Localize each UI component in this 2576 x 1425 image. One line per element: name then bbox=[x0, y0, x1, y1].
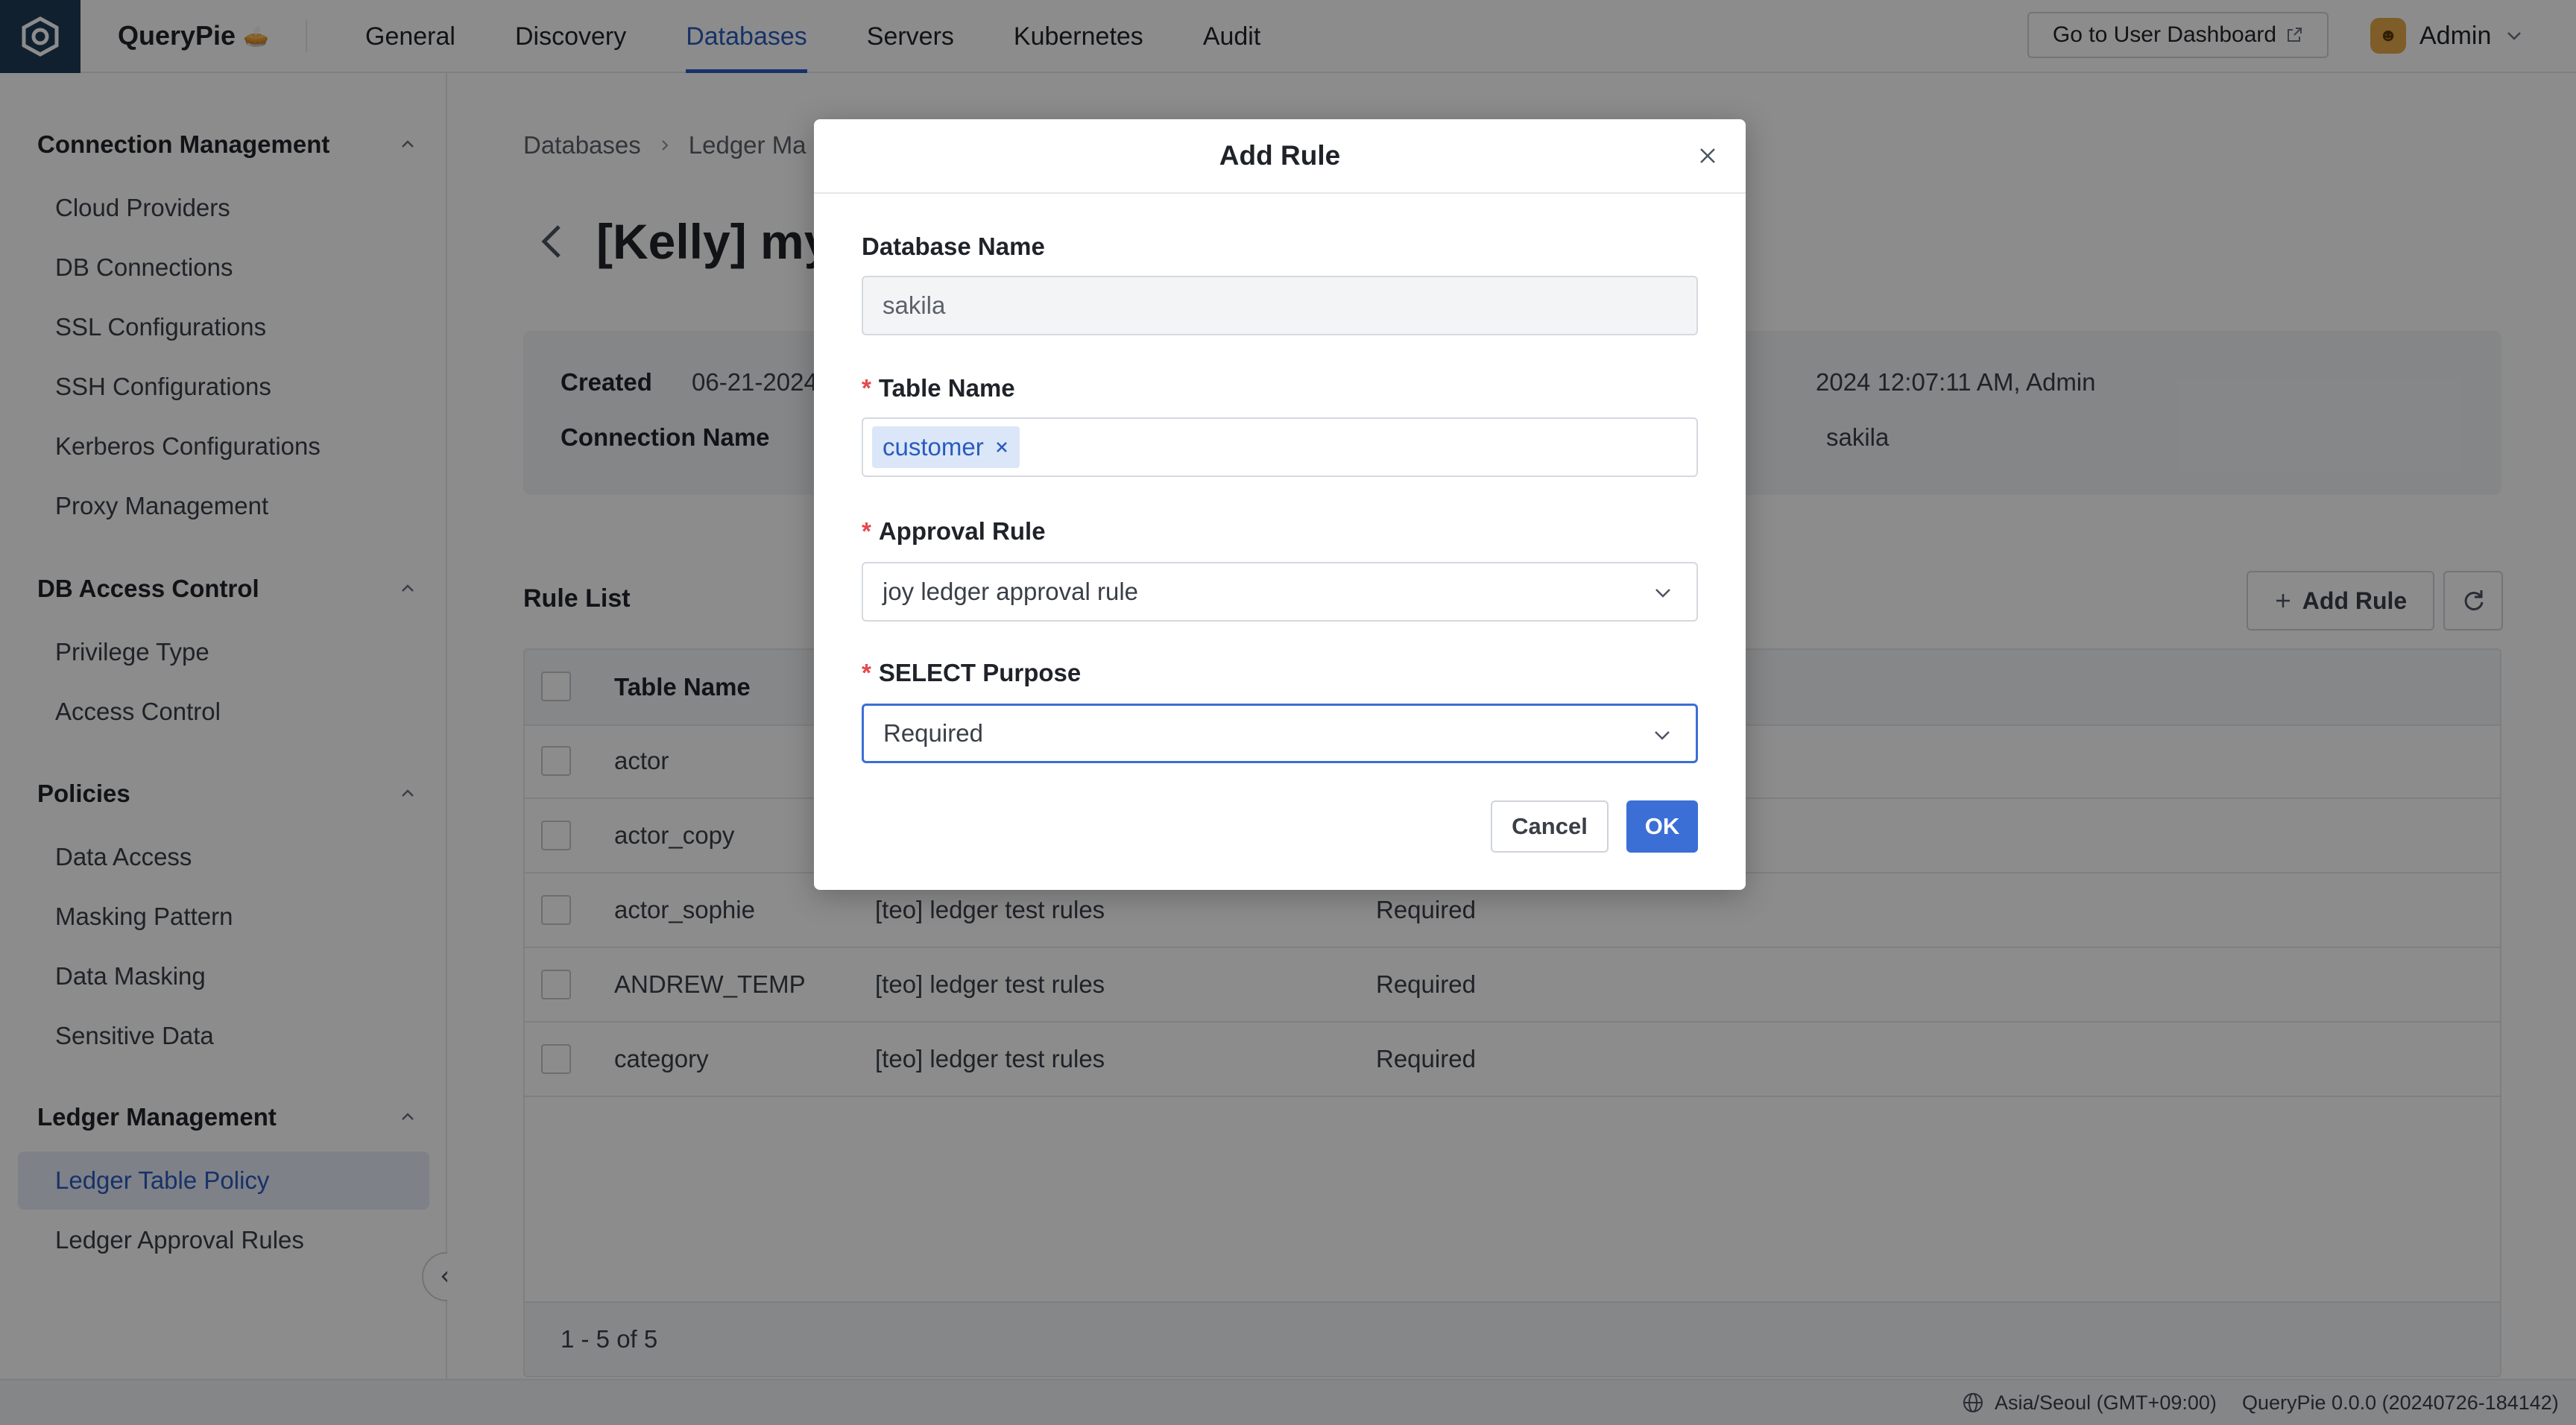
select-purpose-select[interactable]: Required bbox=[862, 704, 1698, 763]
database-name-label: Database Name bbox=[862, 233, 1045, 260]
dialog-title: Add Rule bbox=[1219, 140, 1341, 171]
remove-tag-icon[interactable] bbox=[994, 440, 1009, 455]
close-button[interactable] bbox=[1692, 140, 1723, 171]
approval-rule-select[interactable]: joy ledger approval rule bbox=[862, 562, 1698, 622]
required-asterisk: * bbox=[862, 374, 871, 402]
chevron-down-icon bbox=[1655, 731, 1670, 740]
select-purpose-label: * SELECT Purpose bbox=[862, 659, 1081, 687]
cancel-button[interactable]: Cancel bbox=[1491, 800, 1609, 853]
table-tag-label: customer bbox=[883, 433, 984, 461]
table-name-label-text: Table Name bbox=[878, 374, 1015, 402]
add-rule-dialog: Add Rule Database Name sakila * Table Nam… bbox=[814, 119, 1746, 890]
dialog-header: Add Rule bbox=[814, 119, 1746, 194]
close-icon bbox=[1700, 148, 1715, 163]
required-asterisk: * bbox=[862, 659, 871, 686]
table-tag: customer bbox=[872, 426, 1020, 468]
approval-rule-value: joy ledger approval rule bbox=[883, 578, 1139, 605]
approval-rule-label-text: Approval Rule bbox=[878, 517, 1046, 545]
table-name-input[interactable]: customer bbox=[862, 417, 1698, 477]
chevron-down-icon bbox=[1655, 589, 1670, 598]
database-name-value: sakila bbox=[883, 291, 946, 319]
select-purpose-label-text: SELECT Purpose bbox=[878, 659, 1082, 686]
select-purpose-value: Required bbox=[883, 719, 983, 747]
required-asterisk: * bbox=[862, 517, 871, 545]
approval-rule-label: * Approval Rule bbox=[862, 517, 1046, 546]
database-name-field: sakila bbox=[862, 276, 1698, 335]
ok-button[interactable]: OK bbox=[1626, 800, 1698, 853]
table-name-label: * Table Name bbox=[862, 374, 1015, 402]
